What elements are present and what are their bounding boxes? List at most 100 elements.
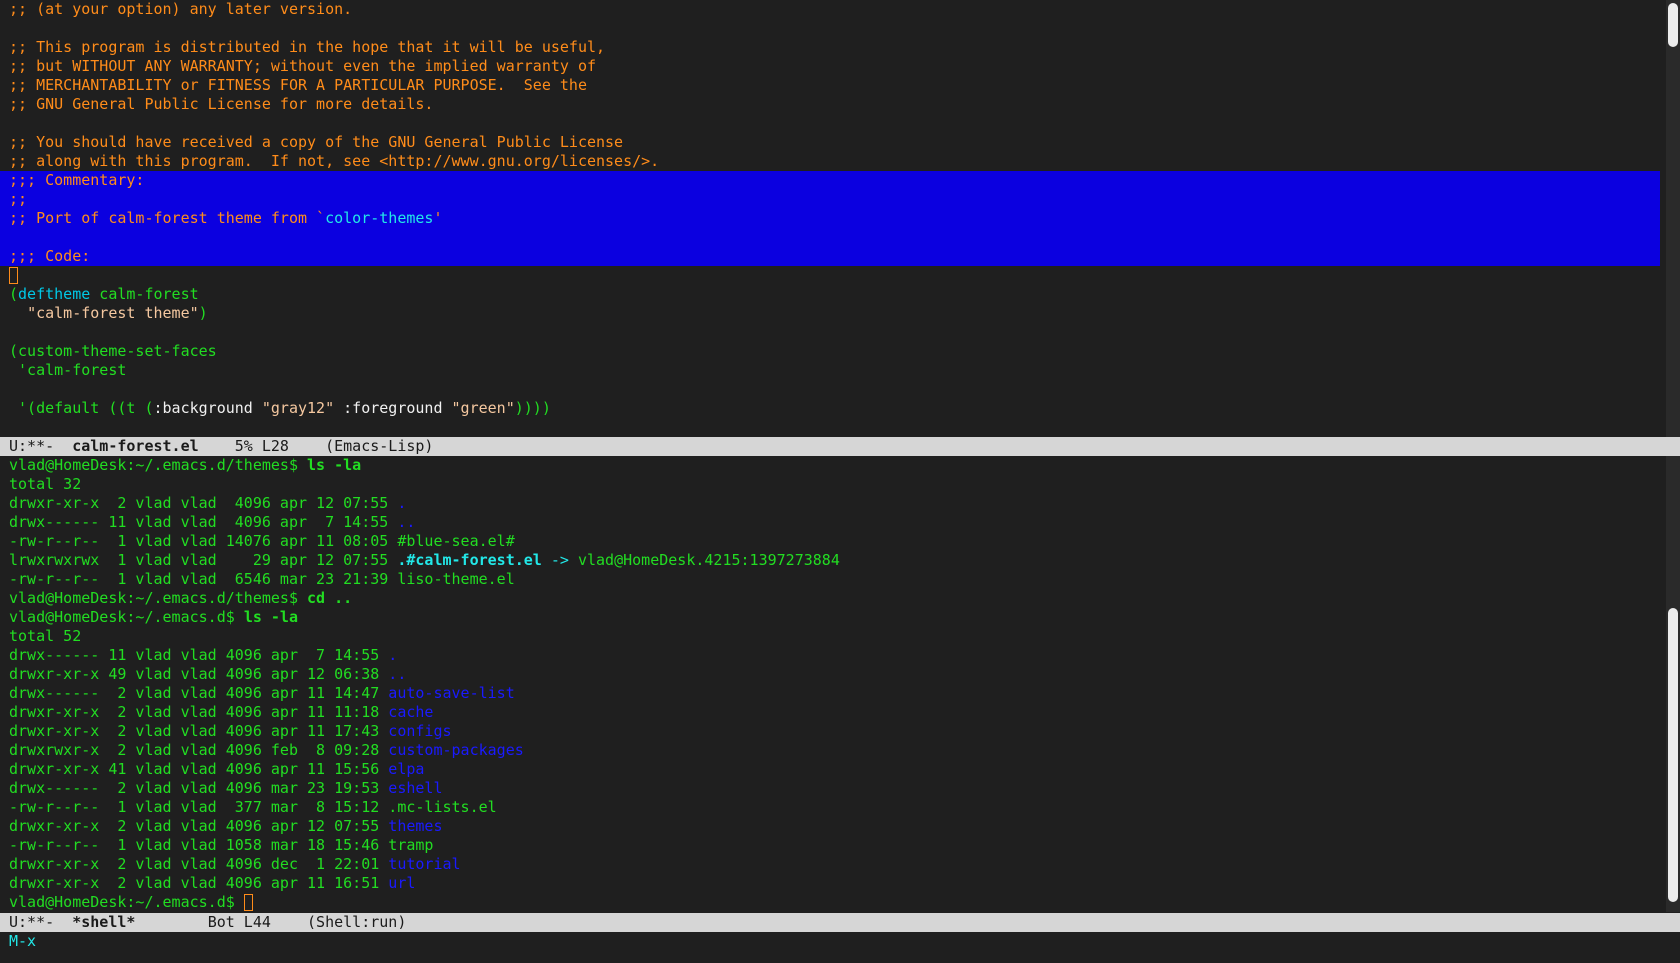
listing-row: drwxr-xr-x 2 vlad vlad 4096 apr 12 07:55… xyxy=(0,494,1660,513)
file-meta: drwx------ 11 vlad vlad 4096 apr 7 14:55 xyxy=(9,513,398,531)
file-name[interactable]: custom-packages xyxy=(388,741,523,759)
listing-row: drwxr-xr-x 2 vlad vlad 4096 apr 12 07:55… xyxy=(0,817,1660,836)
editor-modeline: U:**- calm-forest.el 5% L28 (Emacs-Lisp) xyxy=(0,437,1680,456)
symlink-arrow: -> xyxy=(541,551,578,569)
shell-prompt-line: vlad@HomeDesk:~/.emacs.d/themes$ cd .. xyxy=(0,589,1660,608)
directory-listing: drwxr-xr-x 2 vlad vlad 4096 apr 12 07:55… xyxy=(0,494,1660,589)
file-name[interactable]: . xyxy=(388,646,397,664)
region-line: ;; Port of calm-forest theme from `color… xyxy=(9,209,443,227)
shell-prompt: vlad@HomeDesk:~/.emacs.d/themes$ xyxy=(9,456,298,474)
file-meta: drwxr-xr-x 2 vlad vlad 4096 apr 12 07:55 xyxy=(9,494,398,512)
comment-line: ;; but WITHOUT ANY WARRANTY; without eve… xyxy=(9,57,596,75)
file-meta: -rw-r--r-- 1 vlad vlad 6546 mar 23 21:39 xyxy=(9,570,398,588)
shell-pane[interactable]: vlad@HomeDesk:~/.emacs.d/themes$ ls -la … xyxy=(0,456,1660,912)
minibuffer-text: M-x xyxy=(9,932,37,950)
file-name[interactable]: tutorial xyxy=(388,855,460,873)
modeline-buffer-name[interactable]: calm-forest.el xyxy=(72,437,198,455)
shell-prompt-line: vlad@HomeDesk:~/.emacs.d/themes$ ls -la xyxy=(0,456,1660,475)
shell-input-line[interactable]: vlad@HomeDesk:~/.emacs.d$ xyxy=(0,893,1660,912)
file-meta: drwxr-xr-x 2 vlad vlad 4096 apr 11 17:43 xyxy=(9,722,389,740)
editor-pane[interactable]: ;; (at your option) any later version. ;… xyxy=(0,0,1660,437)
deftheme-keyword: deftheme xyxy=(18,285,91,303)
listing-row: drwxr-xr-x 2 vlad vlad 4096 dec 1 22:01 … xyxy=(0,855,1660,874)
cursor-line[interactable] xyxy=(0,266,1660,285)
file-name[interactable]: themes xyxy=(388,817,442,835)
shell-prompt: vlad@HomeDesk:~/.emacs.d$ xyxy=(9,608,235,626)
color-themes-ref: color-themes xyxy=(325,209,434,227)
file-name[interactable]: cache xyxy=(388,703,433,721)
shell-command: cd .. xyxy=(307,589,353,607)
listing-row: -rw-r--r-- 1 vlad vlad 14076 apr 11 08:0… xyxy=(0,532,1660,551)
file-meta: drwxr-xr-x 41 vlad vlad 4096 apr 11 15:5… xyxy=(9,760,389,778)
modeline-mode[interactable]: (Emacs-Lisp) xyxy=(325,437,433,455)
shell-output-line: total 32 xyxy=(9,475,82,493)
modeline-mode[interactable]: (Shell:run) xyxy=(307,913,406,931)
file-name[interactable]: liso-theme.el xyxy=(397,570,514,588)
file-meta: drwxr-xr-x 2 vlad vlad 4096 apr 12 07:55 xyxy=(9,817,389,835)
file-name[interactable]: auto-save-list xyxy=(388,684,514,702)
file-meta: -rw-r--r-- 1 vlad vlad 1058 mar 18 15:46 xyxy=(9,836,389,854)
file-name[interactable]: url xyxy=(388,874,415,892)
listing-row: drwxr-xr-x 49 vlad vlad 4096 apr 12 06:3… xyxy=(0,665,1660,684)
minibuffer[interactable]: M-x xyxy=(0,932,1680,963)
file-name[interactable]: .. xyxy=(388,665,406,683)
shell-command: ls -la xyxy=(307,456,362,474)
shell-scrollbar[interactable] xyxy=(1666,456,1680,912)
listing-row: drwx------ 11 vlad vlad 4096 apr 7 14:55… xyxy=(0,646,1660,665)
text-cursor xyxy=(9,267,18,284)
file-meta: drwxr-xr-x 2 vlad vlad 4096 apr 11 11:18 xyxy=(9,703,389,721)
listing-row: drwxr-xr-x 41 vlad vlad 4096 apr 11 15:5… xyxy=(0,760,1660,779)
shell-scrollbar-thumb[interactable] xyxy=(1668,608,1678,902)
shell-prompt-line: vlad@HomeDesk:~/.emacs.d$ ls -la xyxy=(0,608,1660,627)
file-meta: drwx------ 2 vlad vlad 4096 apr 11 14:47 xyxy=(9,684,389,702)
file-name[interactable]: .#calm-forest.el xyxy=(397,551,542,569)
editor-scrollbar[interactable] xyxy=(1666,0,1680,437)
code-line: (deftheme calm-forest xyxy=(9,285,199,303)
modeline-position: 5% L28 xyxy=(234,437,289,455)
file-meta: drwxr-xr-x 2 vlad vlad 4096 dec 1 22:01 xyxy=(9,855,389,873)
listing-row: -rw-r--r-- 1 vlad vlad 1058 mar 18 15:46… xyxy=(0,836,1660,855)
listing-row: drwxr-xr-x 2 vlad vlad 4096 apr 11 11:18… xyxy=(0,703,1660,722)
file-name[interactable]: #blue-sea.el# xyxy=(397,532,514,550)
shell-modeline: U:**- *shell* Bot L44 (Shell:run) xyxy=(0,913,1680,932)
file-meta: drwx------ 11 vlad vlad 4096 apr 7 14:55 xyxy=(9,646,389,664)
file-name[interactable]: eshell xyxy=(388,779,442,797)
shell-output-line: total 52 xyxy=(9,627,82,645)
listing-row: drwx------ 2 vlad vlad 4096 mar 23 19:53… xyxy=(0,779,1660,798)
region-line xyxy=(0,228,1660,247)
text-cursor xyxy=(243,894,253,911)
file-meta: lrwxrwxrwx 1 vlad vlad 29 apr 12 07:55 xyxy=(9,551,398,569)
file-name[interactable]: elpa xyxy=(388,760,424,778)
shell-prompt: vlad@HomeDesk:~/.emacs.d$ xyxy=(9,893,235,911)
file-name[interactable]: configs xyxy=(388,722,451,740)
file-meta: drwxrwxr-x 2 vlad vlad 4096 feb 8 09:28 xyxy=(9,741,389,759)
comment-line: ;; (at your option) any later version. xyxy=(9,0,353,18)
code-line: 'calm-forest xyxy=(9,361,127,379)
shell-prompt: vlad@HomeDesk:~/.emacs.d/themes$ xyxy=(9,589,298,607)
code-line: "calm-forest theme") xyxy=(27,304,208,322)
listing-row: lrwxrwxrwx 1 vlad vlad 29 apr 12 07:55 .… xyxy=(0,551,1660,570)
file-name[interactable]: .. xyxy=(397,513,415,531)
listing-row: drwxr-xr-x 2 vlad vlad 4096 apr 11 16:51… xyxy=(0,874,1660,893)
file-name[interactable]: .mc-lists.el xyxy=(388,798,496,816)
file-name[interactable]: tramp xyxy=(388,836,433,854)
comment-line xyxy=(0,19,1660,38)
symlink-target: vlad@HomeDesk.4215:1397273884 xyxy=(577,551,840,569)
directory-listing: drwx------ 11 vlad vlad 4096 apr 7 14:55… xyxy=(0,646,1660,893)
selected-region[interactable]: ;;; Commentary: ;; ;; Port of calm-fores… xyxy=(0,171,1660,266)
comment-line xyxy=(0,114,1660,133)
file-name[interactable]: . xyxy=(397,494,406,512)
editor-scrollbar-thumb[interactable] xyxy=(1668,3,1678,47)
region-line: ;;; Code: xyxy=(9,247,91,265)
file-meta: -rw-r--r-- 1 vlad vlad 14076 apr 11 08:0… xyxy=(9,532,398,550)
comment-block: ;; (at your option) any later version. ;… xyxy=(0,0,1660,171)
file-meta: -rw-r--r-- 1 vlad vlad 377 mar 8 15:12 xyxy=(9,798,389,816)
file-meta: drwxr-xr-x 2 vlad vlad 4096 apr 11 16:51 xyxy=(9,874,389,892)
modeline-buffer-name[interactable]: *shell* xyxy=(72,913,135,931)
listing-row: drwxr-xr-x 2 vlad vlad 4096 apr 11 17:43… xyxy=(0,722,1660,741)
region-line: ;;; Commentary: xyxy=(9,171,145,189)
code-line: (custom-theme-set-faces xyxy=(9,342,217,360)
comment-line: ;; MERCHANTABILITY or FITNESS FOR A PART… xyxy=(9,76,587,94)
comment-line: ;; You should have received a copy of th… xyxy=(9,133,624,151)
